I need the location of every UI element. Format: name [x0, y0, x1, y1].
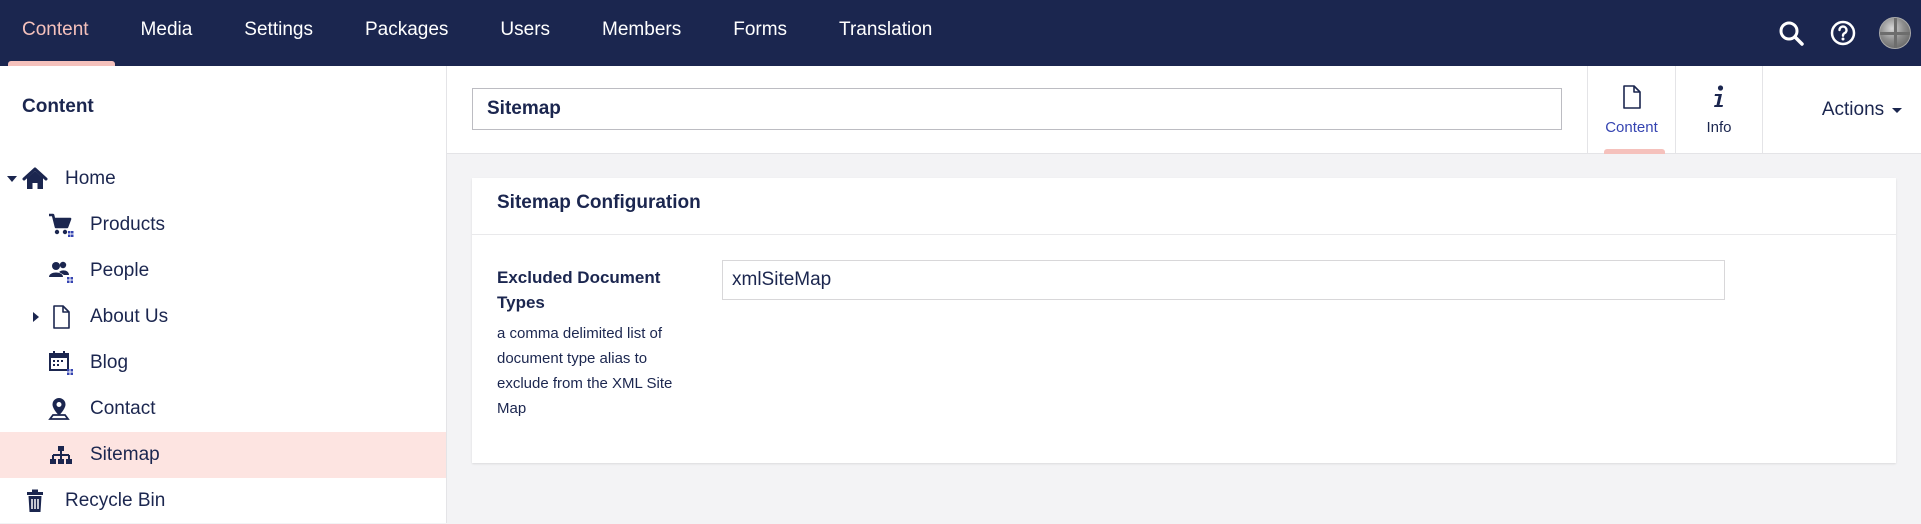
tree-item-label: Home [65, 168, 116, 189]
content-tree: Home Products People About Us Blog Conta… [0, 156, 446, 524]
tree-item-label: Contact [90, 398, 156, 419]
tree-item-products[interactable]: Products [0, 202, 446, 248]
nav-item-forms[interactable]: Forms [707, 0, 813, 66]
tree-item-recycle-bin[interactable]: Recycle Bin [0, 478, 446, 524]
tree-item-label: Sitemap [90, 444, 160, 465]
chevron-down-icon [1892, 107, 1903, 113]
tree-item-contact[interactable]: Contact [0, 386, 446, 432]
actions-button[interactable]: Actions [1803, 66, 1921, 154]
nav-item-translation[interactable]: Translation [813, 0, 958, 66]
info-icon [1707, 84, 1731, 115]
node-name-input[interactable] [472, 88, 1562, 130]
avatar-image [1879, 17, 1911, 49]
tree-item-label: About Us [90, 306, 169, 327]
content-tree-sidebar: Content Home Products People About Us Bl… [0, 66, 447, 523]
document-icon [48, 304, 74, 330]
top-navigation-bar: Content Media Settings Packages Users Me… [0, 0, 1921, 66]
nav-item-packages[interactable]: Packages [339, 0, 474, 66]
user-avatar[interactable] [1869, 0, 1921, 66]
caret-right-icon[interactable] [33, 312, 39, 322]
tree-item-people[interactable]: People [0, 248, 446, 294]
property-label: Excluded Document Types [497, 268, 661, 312]
nav-item-media[interactable]: Media [115, 0, 219, 66]
tab-content[interactable]: Content [1587, 66, 1675, 154]
sidebar-title: Content [22, 96, 94, 117]
tree-item-label: Products [90, 214, 165, 235]
nav-item-content[interactable]: Content [0, 0, 115, 66]
document-icon [1620, 84, 1644, 115]
trash-icon [22, 488, 48, 514]
tree-item-blog[interactable]: Blog [0, 340, 446, 386]
content-app-tabs: Content Info [1587, 66, 1763, 154]
tree-item-label: People [90, 260, 150, 281]
nav-item-settings[interactable]: Settings [218, 0, 339, 66]
caret-down-icon[interactable] [7, 176, 17, 182]
panel-divider [472, 234, 1896, 235]
tree-item-sitemap[interactable]: Sitemap [0, 432, 446, 478]
tab-label: Info [1706, 119, 1732, 136]
people-icon [48, 258, 74, 284]
tree-item-label: Blog [90, 352, 129, 373]
shopping-cart-icon [48, 212, 74, 238]
help-icon[interactable] [1817, 0, 1869, 66]
section-nav: Content Media Settings Packages Users Me… [0, 0, 958, 66]
calendar-icon [48, 350, 74, 376]
tree-item-home[interactable]: Home [0, 156, 446, 202]
top-icons [1765, 0, 1921, 66]
property-description: a comma delimited list of document type … [497, 325, 673, 417]
editor-header: Content Info Actions [447, 66, 1921, 154]
nav-item-users[interactable]: Users [474, 0, 576, 66]
map-pin-icon [48, 396, 74, 422]
tree-item-label: Recycle Bin [65, 490, 166, 511]
actions-label: Actions [1821, 99, 1885, 120]
home-icon [22, 166, 48, 192]
tab-info[interactable]: Info [1675, 66, 1763, 154]
excluded-document-types-input[interactable] [722, 260, 1725, 300]
property-group-panel: Sitemap Configuration Excluded Document … [472, 178, 1896, 463]
tree-item-about-us[interactable]: About Us [0, 294, 446, 340]
sitemap-icon [48, 442, 74, 468]
nav-item-members[interactable]: Members [576, 0, 707, 66]
search-icon[interactable] [1765, 0, 1817, 66]
tab-label: Content [1605, 119, 1658, 136]
panel-title: Sitemap Configuration [497, 192, 701, 213]
